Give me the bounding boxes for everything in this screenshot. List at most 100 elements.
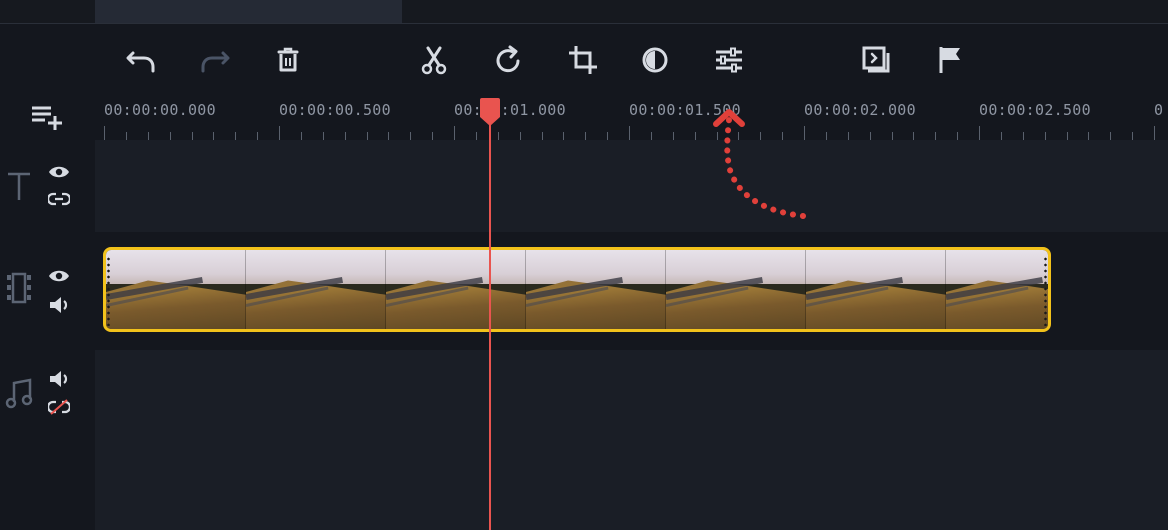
ruler-tick [388,132,390,140]
playhead-line [489,112,491,530]
ruler-tick [519,132,521,140]
ruler-tick [344,132,346,140]
speaker-icon[interactable] [48,296,70,314]
music-note-icon [5,378,33,409]
color-adjust-button[interactable] [635,40,675,80]
top-strip [0,0,1168,24]
track-headers [0,140,95,530]
add-track-area [0,96,95,140]
ruler-label: 00:00:01.000 [454,101,566,119]
top-tab[interactable] [95,0,402,23]
ruler-tick [300,132,302,140]
ruler-tick [650,132,652,140]
ruler-tick [716,132,718,140]
speaker-icon[interactable] [48,370,70,388]
ruler-label: 00:00:02.000 [804,101,916,119]
ruler-tick [1000,132,1002,140]
ruler-tick [1132,132,1134,140]
flag-icon [939,47,960,73]
clip-thumbnail-frame [106,250,246,329]
video-clip[interactable] [103,247,1051,332]
ruler-tick [497,132,499,140]
clip-thumbnail-frame [806,250,946,329]
ruler-tick [979,126,980,140]
clip-properties-button[interactable] [856,40,896,80]
ruler-tick [432,132,434,140]
ruler-tick [257,132,259,140]
delete-button[interactable] [268,40,308,80]
redo-button[interactable] [195,40,235,80]
ruler-tick [1154,126,1155,140]
ruler-tick [366,132,368,140]
ruler-tick [475,132,477,140]
ruler-tick [629,126,630,140]
ruler-tick [1066,132,1068,140]
ruler-tick [191,132,193,140]
eye-icon[interactable] [48,268,70,284]
ruler-tick [607,132,609,140]
link-icon[interactable] [48,191,70,207]
audio-track-header [0,350,95,530]
ruler-tick [1088,132,1090,140]
ruler-tick [279,126,280,140]
ruler-tick [410,132,412,140]
track-lanes [95,140,1168,530]
ruler-label: 00:00:02.500 [979,101,1091,119]
ruler-tick [672,132,674,140]
timeline-toolbar [0,24,1168,96]
video-track-icon [7,272,31,304]
ruler-tick [213,132,215,140]
eye-icon[interactable] [48,164,70,180]
trash-icon [277,47,299,72]
undo-button[interactable] [121,40,161,80]
rotate-icon [496,45,520,73]
audio-track-lane[interactable] [95,350,1168,530]
ruler-tick [804,126,805,140]
text-track-icon [8,172,30,200]
timeline-ruler[interactable]: 00:00:00.000 00:00:00.500 00:00:01.000 0… [95,96,1168,140]
ruler-tick [1022,132,1024,140]
ruler-tick [541,132,543,140]
ruler-tick [454,126,455,140]
sliders-icon [716,47,742,73]
clip-trim-handle-left[interactable] [107,256,110,326]
clip-thumbnail-frame [946,250,1048,329]
ruler-label: 0 [1154,101,1164,119]
clip-properties-icon [862,46,890,73]
text-track-lane[interactable] [95,140,1168,232]
ruler-tick [782,132,784,140]
add-track-icon[interactable] [29,103,67,133]
ruler-tick [169,132,171,140]
clip-thumbnail-frame [246,250,386,329]
ruler-tick [1110,132,1112,140]
ruler-tick [1044,132,1046,140]
clip-trim-handle-right[interactable] [1044,256,1047,326]
rotate-button[interactable] [489,40,529,80]
ruler-tick [738,132,740,140]
unlink-icon[interactable] [48,398,70,416]
crop-icon [569,46,597,74]
ruler-tick [847,132,849,140]
ruler-tick [125,132,127,140]
properties-button[interactable] [709,40,749,80]
clip-thumbnail-frame [386,250,526,329]
ruler-label: 00:00:00.000 [104,101,216,119]
video-track-header [0,245,95,340]
ruler-tick [147,132,149,140]
ruler-tick [585,132,587,140]
ruler-tick [760,132,762,140]
ruler-tick [869,132,871,140]
ruler-label: 00:00:01.500 [629,101,741,119]
playhead-handle[interactable] [479,97,501,127]
marker-button[interactable] [930,40,970,80]
crop-button[interactable] [563,40,603,80]
text-track-header [0,140,95,232]
split-button[interactable] [414,40,454,80]
ruler-tick [891,132,893,140]
ruler-tick [104,126,105,140]
ruler-tick [563,132,565,140]
ruler-tick [235,132,237,140]
ruler-tick [935,132,937,140]
clip-thumbnail-frame [526,250,666,329]
color-adjust-icon [642,47,668,73]
